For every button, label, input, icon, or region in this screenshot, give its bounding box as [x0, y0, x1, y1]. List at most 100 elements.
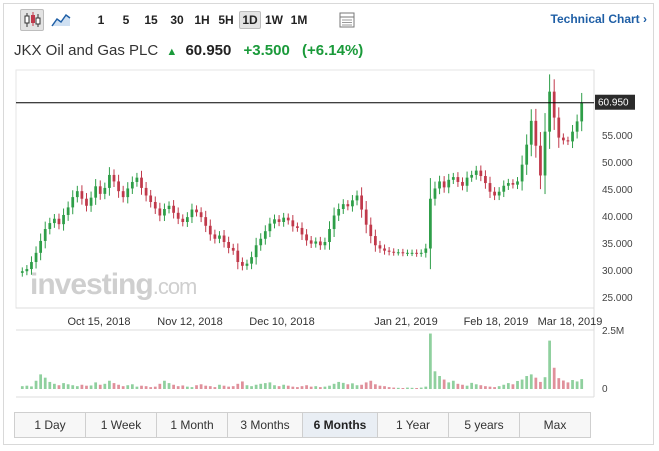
candle-body	[433, 188, 437, 199]
volume-bar	[355, 385, 359, 389]
volume-bar	[488, 386, 492, 389]
volume-axis-label: 2.5M	[602, 326, 624, 337]
range-1-day[interactable]: 1 Day	[15, 413, 86, 437]
candle-body	[401, 252, 405, 254]
candle-body	[543, 131, 547, 176]
volume-bar	[286, 385, 290, 389]
volume-bar	[332, 383, 336, 389]
volume-bar	[43, 377, 47, 389]
candle-body	[328, 229, 331, 243]
candle-body	[364, 209, 368, 225]
candle-body	[181, 218, 185, 222]
volume-bar	[176, 386, 180, 389]
price-chart[interactable]: 55.000 50.000 45.000 40.000 35.000 30.000 25.0…	[4, 4, 653, 409]
candle-body	[80, 191, 84, 199]
candle-body	[250, 257, 253, 264]
candle-body	[392, 251, 396, 253]
volume-bar	[497, 386, 501, 389]
candle-body	[557, 117, 561, 138]
volume-bar	[135, 386, 139, 389]
volume-bar	[273, 385, 276, 389]
volume-bar	[296, 387, 299, 389]
candle-body	[465, 177, 469, 186]
range-max[interactable]: Max	[520, 413, 590, 437]
volume-bar	[222, 385, 226, 389]
volume-bar	[484, 386, 487, 389]
volume-bar	[392, 387, 396, 389]
candle-body	[108, 174, 111, 188]
candle-body	[447, 179, 451, 188]
volume-bar	[525, 376, 529, 389]
volume-bar	[429, 333, 432, 389]
investing-watermark: investing.com	[30, 268, 196, 301]
candle-body	[529, 120, 533, 145]
volume-bar	[575, 381, 579, 389]
volume-bar	[250, 386, 253, 389]
volume-bar	[461, 384, 464, 389]
volume-bar	[71, 385, 75, 389]
volume-bar	[195, 385, 198, 389]
volume-bar	[557, 378, 561, 389]
volume-bar	[506, 383, 510, 389]
volume-bar	[410, 387, 414, 389]
volume-bar	[396, 387, 400, 389]
volume-bar	[300, 386, 304, 389]
volume-bar	[53, 383, 56, 389]
volume-bar	[277, 386, 281, 389]
candle-body	[176, 212, 180, 219]
candle-body	[525, 144, 529, 165]
volume-bar	[231, 386, 235, 389]
y-tick-label: 45.000	[602, 185, 633, 196]
range-5-years[interactable]: 5 years	[449, 413, 520, 437]
volume-bar	[401, 388, 405, 389]
candle-body	[511, 183, 515, 185]
volume-bar	[419, 387, 423, 389]
candle-body	[451, 177, 455, 180]
candle-body	[112, 174, 116, 182]
candle-body	[341, 204, 345, 210]
volume-bar	[433, 371, 437, 389]
candle-body	[218, 235, 221, 239]
volume-bar	[346, 384, 350, 389]
candle-body	[474, 170, 478, 175]
candle-body	[575, 121, 579, 132]
candle-body	[488, 183, 492, 192]
candle-body	[185, 217, 189, 222]
candle-body	[43, 229, 47, 241]
range-1-month[interactable]: 1 Month	[157, 413, 228, 437]
candle-body	[470, 174, 474, 178]
candle-body	[195, 209, 198, 213]
range-6-months[interactable]: 6 Months	[303, 413, 378, 437]
volume-bar	[351, 383, 354, 389]
candle-body	[406, 252, 409, 254]
range-3-months[interactable]: 3 Months	[228, 413, 303, 437]
volume-bar	[80, 384, 84, 389]
candle-body	[98, 186, 102, 194]
volume-bar	[282, 384, 286, 389]
candle-body	[552, 91, 556, 118]
volume-bar	[516, 380, 519, 389]
candle-body	[580, 102, 584, 122]
volume-bar	[268, 382, 272, 389]
volume-bar	[190, 387, 194, 389]
candle-body	[199, 212, 203, 218]
range-1-year[interactable]: 1 Year	[378, 413, 449, 437]
candle-body	[135, 177, 139, 182]
candle-body	[360, 195, 363, 210]
candle-body	[227, 242, 231, 248]
candle-body	[20, 271, 24, 273]
candle-body	[442, 181, 446, 188]
candle-body	[291, 220, 295, 227]
candle-body	[309, 240, 313, 244]
candle-body	[387, 250, 391, 252]
candle-body	[456, 177, 460, 182]
volume-bar	[470, 382, 474, 389]
x-tick-label: Feb 18, 2019	[464, 316, 529, 328]
candle-body	[149, 195, 153, 202]
volume-bar	[474, 384, 478, 389]
volume-bar	[62, 383, 65, 389]
current-price-label: 60.950	[598, 98, 629, 109]
range-1-week[interactable]: 1 Week	[86, 413, 157, 437]
volume-bar	[479, 385, 483, 389]
volume-bar	[415, 388, 419, 389]
